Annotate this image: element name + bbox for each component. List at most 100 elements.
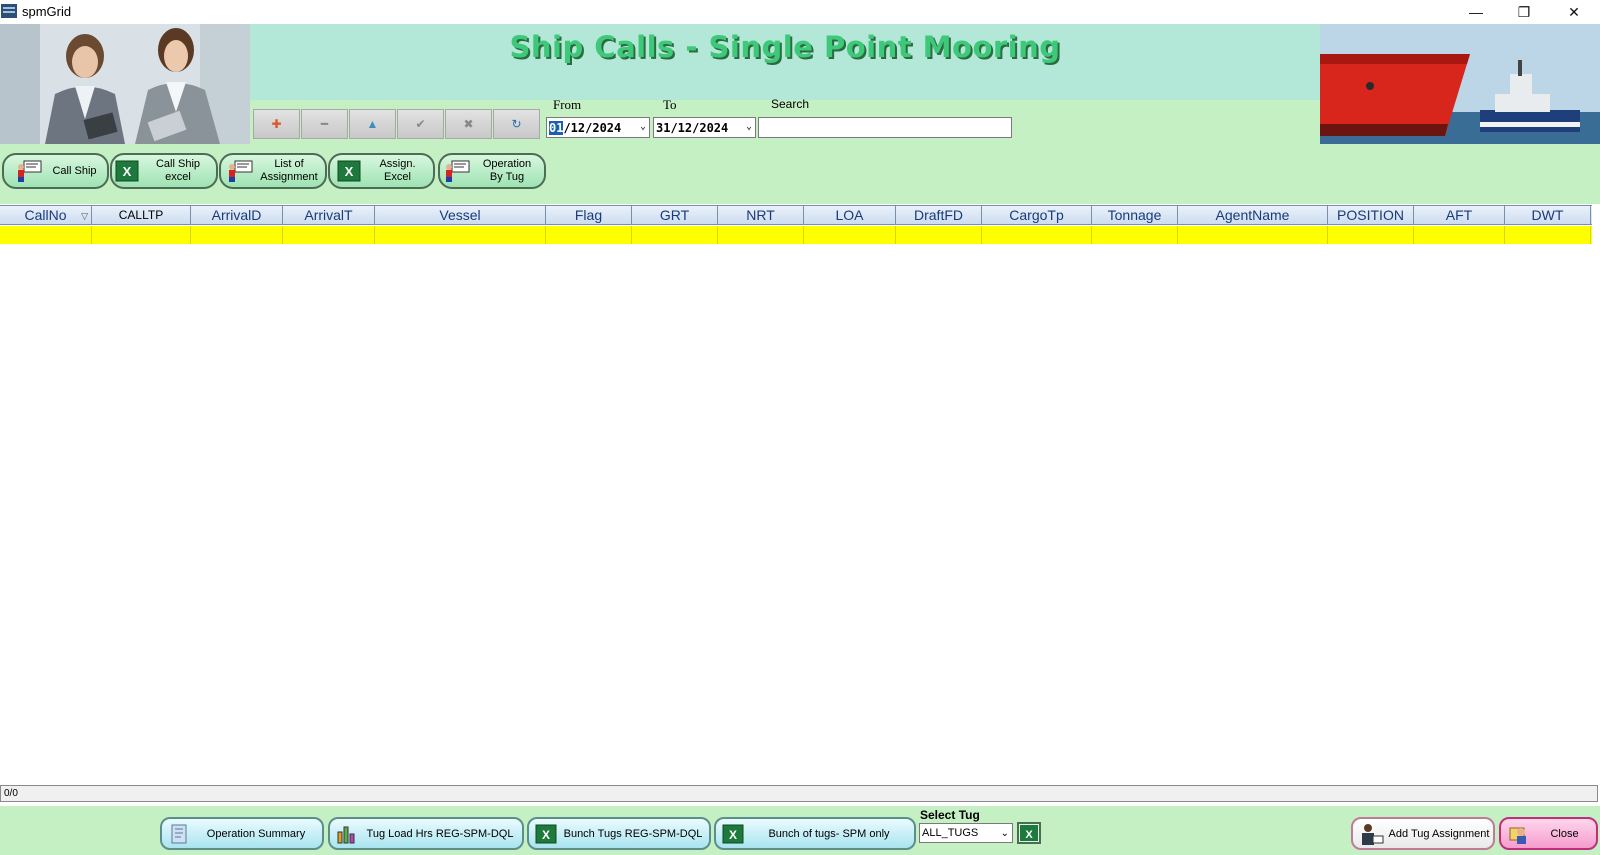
move-up-button[interactable]: ▲ xyxy=(349,109,396,139)
chevron-down-icon: ⌄ xyxy=(639,121,646,132)
search-input[interactable] xyxy=(758,117,1012,138)
table-cell[interactable] xyxy=(0,226,92,244)
table-cell[interactable] xyxy=(92,226,191,244)
call-ship-button[interactable]: Call Ship xyxy=(2,153,109,189)
column-header-position[interactable]: POSITION xyxy=(1328,206,1414,225)
check-icon: ✔ xyxy=(415,117,426,131)
from-label: From xyxy=(553,97,582,112)
column-header-cargotp[interactable]: CargoTp xyxy=(982,206,1092,225)
table-cell[interactable] xyxy=(718,226,804,244)
table-cell[interactable] xyxy=(982,226,1092,244)
table-cell[interactable] xyxy=(375,226,546,244)
svg-text:X: X xyxy=(1025,829,1033,841)
table-cell[interactable] xyxy=(1414,226,1505,244)
operation-summary-button[interactable]: Operation Summary xyxy=(160,817,324,850)
column-header-arrivald[interactable]: ArrivalD xyxy=(191,206,283,225)
svg-text:X: X xyxy=(123,164,132,179)
chevron-down-icon: ⌄ xyxy=(745,121,752,132)
person-writing-icon xyxy=(1362,823,1384,845)
column-header-loa[interactable]: LOA xyxy=(804,206,896,225)
refresh-button[interactable]: ↻ xyxy=(493,109,540,139)
table-cell[interactable] xyxy=(283,226,375,244)
table-row[interactable] xyxy=(0,226,1592,244)
excel-icon: X xyxy=(535,824,557,843)
add-record-button[interactable]: ✚ xyxy=(253,109,300,139)
header-photo-people xyxy=(0,24,250,144)
window-title: spmGrid xyxy=(22,4,72,19)
column-header-callno[interactable]: CallNo ▽ xyxy=(0,206,92,225)
column-header-label: CallNo xyxy=(24,207,67,223)
excel-icon: X xyxy=(115,160,139,182)
sort-filter-icon[interactable]: ▽ xyxy=(81,207,88,226)
table-cell[interactable] xyxy=(1092,226,1178,244)
from-date-picker[interactable]: 01/12/2024 ⌄ xyxy=(546,117,650,138)
table-cell[interactable] xyxy=(1505,226,1591,244)
list-of-assignment-label: List of Assignment xyxy=(260,158,318,183)
grid-header-row: CallNo ▽ CALLTP ArrivalD ArrivalT Vessel … xyxy=(0,205,1592,225)
column-header-agentname[interactable]: AgentName xyxy=(1178,206,1328,225)
person-board-icon xyxy=(18,160,42,182)
table-cell[interactable] xyxy=(632,226,718,244)
column-header-tonnage[interactable]: Tonnage xyxy=(1092,206,1178,225)
close-window-button[interactable]: ✕ xyxy=(1550,0,1598,24)
delete-record-button[interactable]: ━ xyxy=(301,109,348,139)
list-of-assignment-button[interactable]: List of Assignment xyxy=(219,153,327,189)
column-header-calltp[interactable]: CALLTP xyxy=(92,206,191,225)
to-date-picker[interactable]: 31/12/2024 ⌄ xyxy=(653,117,756,138)
svg-text:X: X xyxy=(729,828,737,842)
column-header-nrt[interactable]: NRT xyxy=(718,206,804,225)
operation-by-tug-button[interactable]: Operation By Tug xyxy=(438,153,546,189)
bunch-of-tugs-spm-label: Bunch of tugs- SPM only xyxy=(768,827,890,840)
tug-excel-button[interactable]: X xyxy=(1017,822,1041,844)
column-header-aft[interactable]: AFT xyxy=(1414,206,1505,225)
column-header-flag[interactable]: Flag xyxy=(546,206,632,225)
table-cell[interactable] xyxy=(546,226,632,244)
add-tug-assignment-label: Add Tug Assignment xyxy=(1388,827,1490,840)
table-cell[interactable] xyxy=(191,226,283,244)
bunch-of-tugs-spm-button[interactable]: X Bunch of tugs- SPM only xyxy=(714,817,916,850)
column-header-vessel[interactable]: Vessel xyxy=(375,206,546,225)
select-tug-dropdown[interactable]: ALL_TUGS ⌄ xyxy=(919,823,1013,843)
minus-icon: ━ xyxy=(320,117,329,131)
excel-icon: X xyxy=(722,824,744,843)
assign-excel-button[interactable]: X Assign. Excel xyxy=(328,153,435,189)
excel-icon: X xyxy=(1020,825,1038,841)
from-date-rest: /12/2024 xyxy=(563,120,622,135)
column-header-draftfd[interactable]: DraftFD xyxy=(896,206,982,225)
window-titlebar: spmGrid — ❐ ✕ xyxy=(0,0,1600,24)
close-label: Close xyxy=(1550,827,1579,840)
bar-chart-icon xyxy=(337,826,355,843)
tug-load-hrs-button[interactable]: Tug Load Hrs REG-SPM-DQL xyxy=(328,817,524,850)
bunch-tugs-button[interactable]: X Bunch Tugs REG-SPM-DQL xyxy=(527,817,711,850)
confirm-button[interactable]: ✔ xyxy=(397,109,444,139)
column-header-grt[interactable]: GRT xyxy=(632,206,718,225)
header-photo-ship xyxy=(1320,24,1600,144)
select-tug-label: Select Tug xyxy=(920,808,980,822)
add-tug-assignment-button[interactable]: Add Tug Assignment xyxy=(1351,817,1495,850)
person-board-icon xyxy=(229,160,253,182)
operation-summary-label: Operation Summary xyxy=(206,827,306,840)
operation-by-tug-label: Operation By Tug xyxy=(482,158,532,183)
close-button[interactable]: Close xyxy=(1499,817,1598,850)
to-label: To xyxy=(663,97,677,112)
table-cell[interactable] xyxy=(1178,226,1328,244)
tug-load-hrs-label: Tug Load Hrs REG-SPM-DQL xyxy=(366,827,514,840)
select-tug-value: ALL_TUGS xyxy=(922,827,979,839)
cancel-button[interactable]: ✖ xyxy=(445,109,492,139)
minimize-button[interactable]: — xyxy=(1452,0,1500,24)
call-ship-excel-label: Call Ship excel xyxy=(155,158,201,183)
table-cell[interactable] xyxy=(896,226,982,244)
page-title: Ship Calls - Single Point Mooring xyxy=(509,30,1061,64)
column-header-dwt[interactable]: DWT xyxy=(1505,206,1591,225)
call-ship-excel-button[interactable]: X Call Ship excel xyxy=(110,153,218,189)
table-cell[interactable] xyxy=(804,226,896,244)
restore-button[interactable]: ❐ xyxy=(1500,0,1548,24)
column-header-arrivalt[interactable]: ArrivalT xyxy=(283,206,375,225)
table-cell[interactable] xyxy=(1328,226,1414,244)
call-ship-label: Call Ship xyxy=(52,164,97,177)
exit-person-icon xyxy=(1509,827,1526,844)
plus-icon: ✚ xyxy=(271,117,282,131)
search-label: Search xyxy=(771,97,810,111)
person-board-icon xyxy=(446,160,470,182)
svg-text:X: X xyxy=(542,828,550,842)
